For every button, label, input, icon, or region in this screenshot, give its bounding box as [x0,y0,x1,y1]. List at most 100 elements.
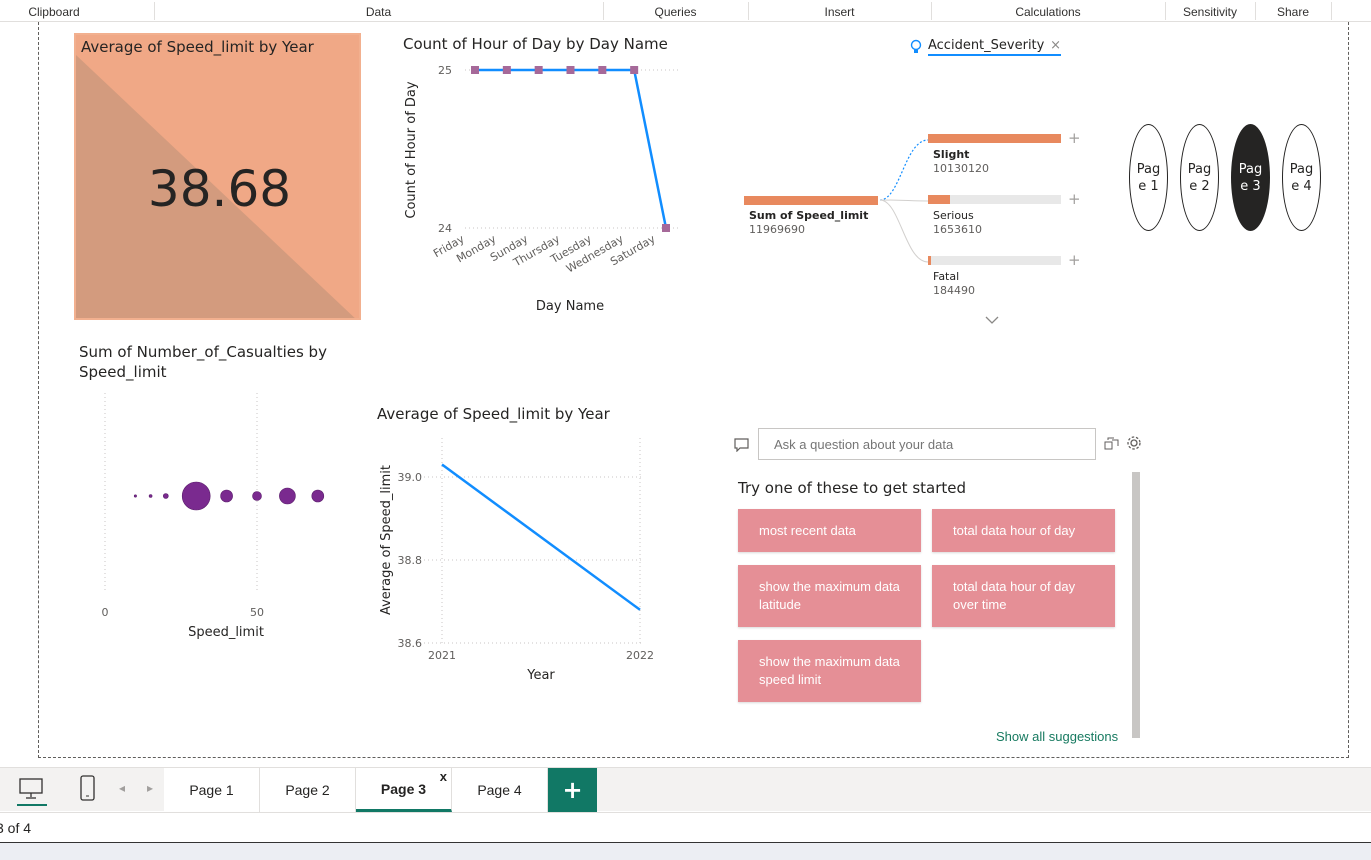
convert-visual-icon[interactable] [1104,436,1120,450]
expand-plus-icon[interactable]: + [1068,190,1081,208]
show-all-suggestions-link[interactable]: Show all suggestions [996,729,1118,744]
y-axis-title: Average of Speed_limit [379,465,394,615]
tab-label: Page 1 [189,782,234,798]
data-point-marker [598,66,607,74]
decomp-root-value: 11969690 [749,223,805,236]
ribbon-separator [1331,2,1332,20]
scatter-point [279,487,296,505]
ribbon-group-share: Share [1276,5,1310,19]
decomp-node-bar-track[interactable] [928,256,1061,265]
decomp-node-bar[interactable] [928,256,931,265]
x-axis-title: Year [526,668,555,683]
decomp-root-label: Sum of Speed_limit [749,209,869,222]
decomp-filter-chip[interactable]: Accident_Severity × [928,38,1061,56]
expand-plus-icon[interactable]: + [1068,129,1081,147]
data-point-marker [502,66,511,74]
x-axis-title: Speed_limit [188,625,264,640]
scatter-chart[interactable]: 0 50 Speed_limit [80,385,350,655]
data-point-marker [630,66,639,74]
ribbon-group-sensitivity: Sensitivity [1182,5,1238,19]
expand-plus-icon[interactable]: + [1068,251,1081,269]
lightbulb-icon [910,39,922,55]
kpi-card-title: Average of Speed_limit by Year [81,38,314,56]
ribbon-group-data: Data [365,5,392,19]
canvas-scroll-area [1352,22,1371,767]
x-tick-label: 2021 [428,649,456,662]
scatter-point [163,493,169,499]
data-point-marker [471,66,479,74]
qa-suggestion[interactable]: total data hour of day [932,509,1115,552]
decomp-node-value: 184490 [933,284,975,297]
tab-page-2[interactable]: Page 2 [260,768,356,812]
y-tick-label: 39.0 [398,471,423,484]
page-nav-button-3[interactable]: Page 3 [1231,124,1270,231]
chat-icon [734,437,750,453]
decomp-node-label: Slight [933,148,970,161]
ribbon-group-calculations: Calculations [1015,5,1081,19]
qa-suggestion[interactable]: show the maximum data latitude [738,565,921,627]
decomp-node-value: 1653610 [933,223,982,236]
close-tab-icon[interactable]: x [440,769,447,784]
ribbon-group-queries: Queries [654,5,697,19]
decomp-connectors [879,139,929,263]
add-page-button[interactable]: + [548,768,597,812]
page-nav-button-1[interactable]: Page 1 [1129,124,1168,231]
series-line [475,68,668,229]
qa-suggestion[interactable]: total data hour of day over time [932,565,1115,627]
data-point-marker [662,224,670,232]
data-point-marker [534,66,543,74]
decomp-node-bar[interactable] [928,195,950,204]
series-line [441,463,641,611]
qa-heading: Try one of these to get started [738,479,967,497]
close-icon[interactable]: × [1050,38,1061,53]
scatter-point [133,494,137,498]
day-line-chart[interactable]: 2524FridayMondaySundayThursdayTuesdayWed… [395,55,695,325]
decomp-filter-label: Accident_Severity [928,38,1045,53]
qa-suggestion[interactable]: most recent data [738,509,921,552]
decomp-node-value: 10130120 [933,162,989,175]
x-tick-label: 0 [102,606,109,619]
os-taskbar [0,842,1371,860]
year-chart-title: Average of Speed_limit by Year [377,405,610,423]
tab-page-3[interactable]: Page 3 x [356,768,452,812]
y-tick-label: 38.6 [398,637,423,650]
y-tick-label: 24 [438,222,452,235]
tab-label: Page 4 [477,782,522,798]
y-tick-label: 25 [438,64,452,77]
x-axis-title: Day Name [536,299,604,314]
x-tick-label: 2022 [626,649,654,662]
kpi-card[interactable]: Average of Speed_limit by Year 38.68 [74,33,361,320]
mobile-view-icon[interactable] [78,774,98,804]
qa-question-input[interactable] [758,428,1096,460]
y-axis-title: Count of Hour of Day [404,81,419,218]
decomp-node-bar[interactable] [928,134,1061,143]
ribbon-group-labels: Clipboard Data Queries Insert Calculatio… [0,0,1371,22]
status-bar: 3 of 4 [0,812,1371,842]
year-line-chart[interactable]: 39.0 38.8 38.6 2021 2022 Year Average of Speed… [372,430,672,690]
chevron-left-icon[interactable]: ◂ [119,781,125,795]
tab-label: Page 3 [380,780,427,797]
decomp-root-bar[interactable] [744,196,878,205]
page-tab-bar: ◂ ▸ Page 1 Page 2 Page 3 x Page 4 + [0,767,1371,812]
tab-page-1[interactable]: Page 1 [164,768,260,812]
qa-scrollbar[interactable] [1132,472,1140,738]
kpi-card-value: 38.68 [147,160,292,218]
scatter-point [220,489,233,503]
page-nav-button-2[interactable]: Page 2 [1180,124,1219,231]
tab-page-4[interactable]: Page 4 [452,768,548,812]
scatter-point [311,489,325,503]
chevron-down-icon[interactable] [984,311,1000,324]
ribbon-group-clipboard: Clipboard [28,5,80,19]
qa-suggestion[interactable]: show the maximum data speed limit [738,640,921,702]
day-chart-title: Count of Hour of Day by Day Name [403,35,668,53]
chevron-right-icon[interactable]: ▸ [147,781,153,795]
desktop-view-icon[interactable] [17,776,47,806]
page-indicator: 3 of 4 [0,820,32,836]
page-nav-button-4[interactable]: Page 4 [1282,124,1321,231]
gear-icon[interactable] [1126,435,1142,451]
scatter-point [181,481,211,511]
decomp-node-label: Fatal [933,270,960,283]
y-tick-label: 38.8 [398,554,423,567]
scatter-point [252,491,262,501]
data-point-marker [566,66,575,74]
